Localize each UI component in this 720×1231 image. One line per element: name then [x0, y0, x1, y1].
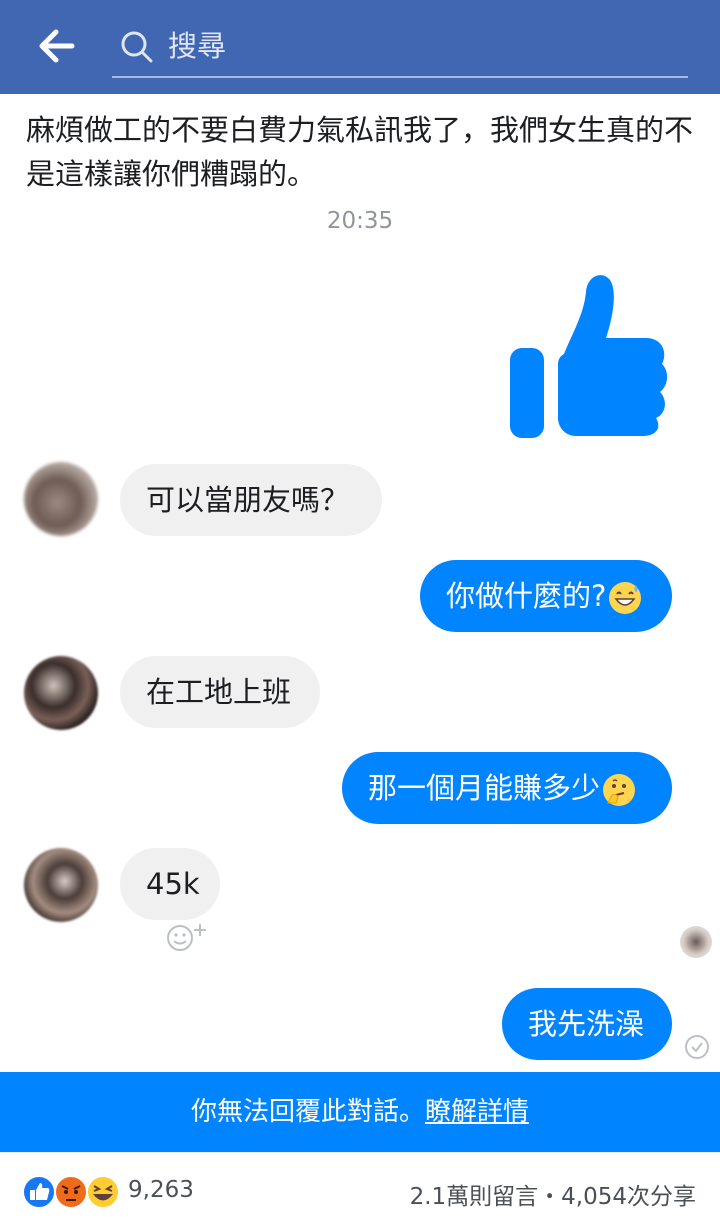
comments-shares-count[interactable]: 2.1萬則留言・4,054次分享 — [410, 1177, 696, 1211]
search-icon — [121, 31, 153, 63]
message-text: 在工地上班 — [146, 675, 292, 709]
like-icon — [22, 1175, 56, 1209]
message-bubble-incoming: 45k — [120, 848, 220, 920]
back-arrow-icon[interactable] — [36, 28, 76, 64]
message-bubble-incoming: 在工地上班 — [120, 656, 320, 728]
post-footer: 9,263 2.1萬則留言・4,054次分享 — [0, 1152, 720, 1231]
search-field[interactable]: 搜尋 — [112, 20, 688, 78]
message-text: 我先洗澡 — [528, 1007, 645, 1041]
thumbs-up-icon — [510, 275, 668, 438]
top-bar: 搜尋 — [0, 0, 720, 94]
avatar[interactable] — [24, 462, 98, 536]
message-bubble-outgoing: 我先洗澡 — [502, 988, 672, 1060]
add-reaction-icon[interactable] — [156, 916, 220, 960]
message-text: 那一個月能賺多少 — [368, 771, 601, 805]
message-bubble-outgoing: 那一個月能賺多少 — [342, 752, 672, 824]
chat-timestamp: 20:35 — [326, 208, 394, 234]
angry-icon — [54, 1175, 88, 1209]
avatar[interactable] — [24, 656, 98, 730]
reaction-icons[interactable] — [22, 1175, 126, 1209]
haha-icon — [86, 1175, 120, 1209]
sent-check-icon — [685, 1035, 709, 1059]
search-placeholder: 搜尋 — [168, 29, 227, 63]
message-text: 45k — [146, 867, 200, 901]
cannot-reply-banner: 你無法回覆此對話。瞭解詳情 — [0, 1072, 720, 1152]
message-text: 可以當朋友嗎？ — [146, 483, 350, 517]
thinking-emoji-icon — [603, 774, 636, 806]
seen-avatar — [680, 926, 712, 958]
message-text: 你做什麼的? — [446, 579, 607, 613]
learn-more-link[interactable]: 瞭解詳情 — [425, 1097, 529, 1127]
cannot-reply-text: 你無法回覆此對話。 — [190, 1097, 425, 1127]
post-caption: 麻煩做工的不要白費力氣私訊我了，我們女生真的不是這樣讓你們糟蹋的。 — [26, 113, 694, 191]
reaction-count[interactable]: 9,263 — [128, 1177, 194, 1203]
message-bubble-outgoing: 你做什麼的? — [420, 560, 672, 632]
message-bubble-incoming: 可以當朋友嗎？ — [120, 464, 382, 536]
grinning-sweat-emoji-icon — [609, 582, 642, 614]
avatar[interactable] — [24, 848, 98, 922]
